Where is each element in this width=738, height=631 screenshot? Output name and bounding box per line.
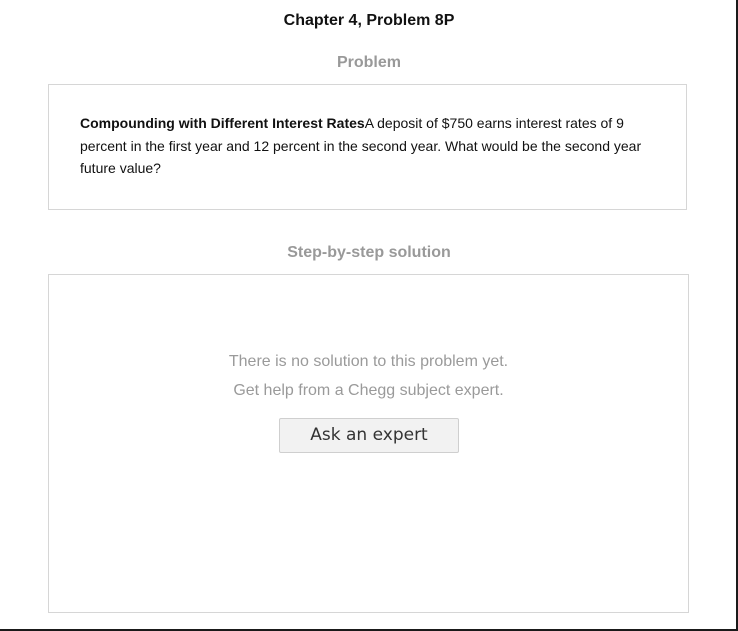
problem-heading: Problem [336, 54, 401, 71]
solution-heading: Step-by-step solution [287, 244, 451, 261]
problem-box: Compounding with Different Interest Rate… [48, 84, 687, 210]
no-solution-message: There is no solution to this problem yet… [228, 353, 509, 370]
problem-title: Compounding with Different Interest Rate… [80, 115, 365, 131]
expert-help-message: Get help from a Chegg subject expert. [233, 382, 504, 399]
chapter-title: Chapter 4, Problem 8P [283, 12, 455, 29]
ask-an-expert-button[interactable]: Ask an expert [279, 418, 459, 453]
solution-box: There is no solution to this problem yet… [48, 274, 689, 613]
problem-statement: Compounding with Different Interest Rate… [80, 112, 670, 180]
